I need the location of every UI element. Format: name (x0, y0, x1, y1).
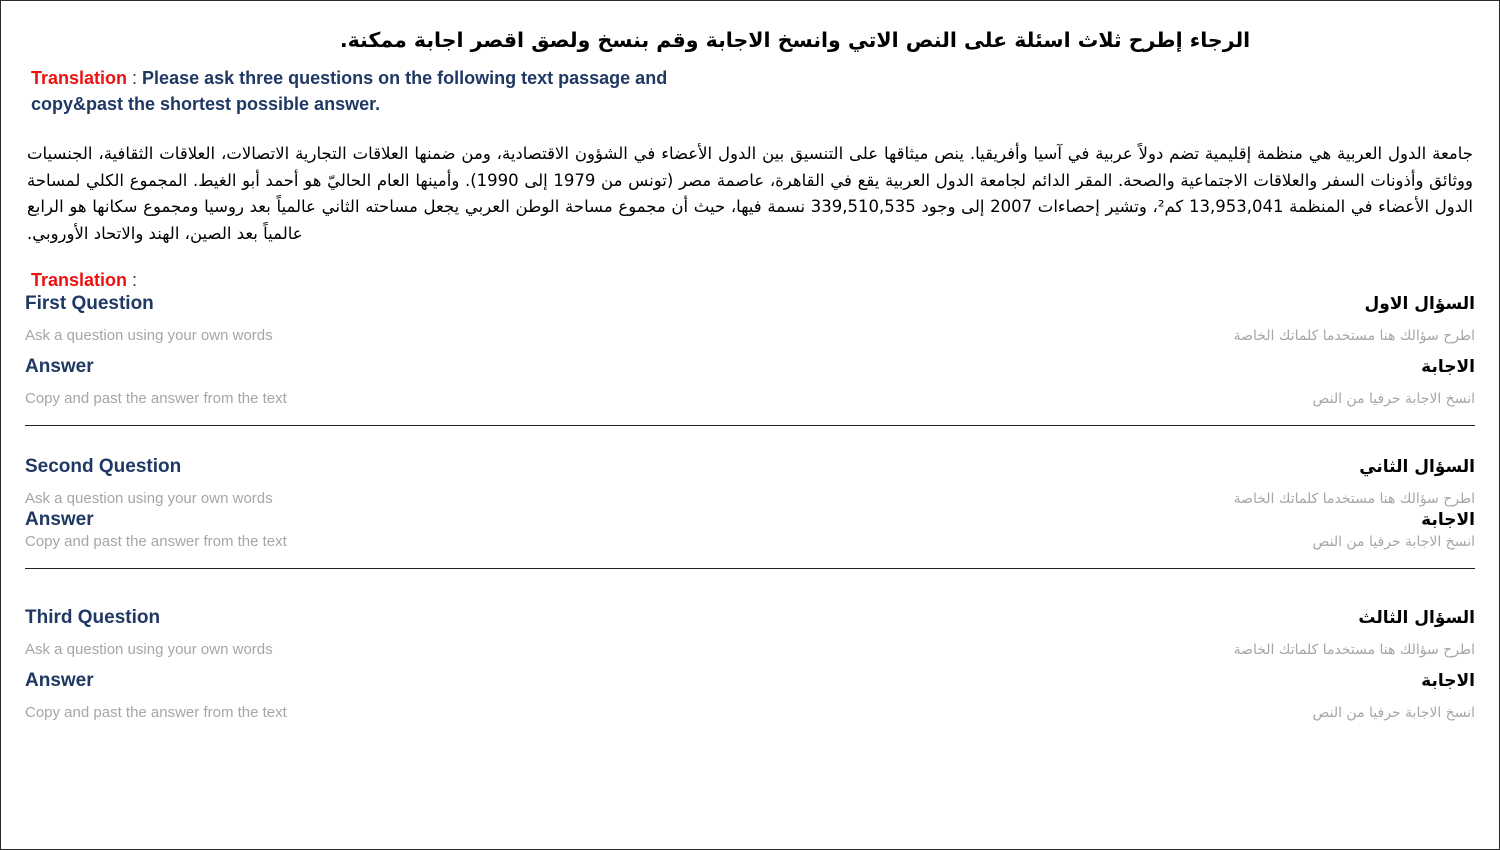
question-hint-en-3: Ask a question using your own words (25, 640, 273, 658)
answer-label-ar-1: الاجابة (1421, 356, 1475, 377)
answer-label-en-1: Answer (25, 355, 94, 377)
question-hint-en-1: Ask a question using your own words (25, 326, 273, 344)
answer-hint-en-1: Copy and past the answer from the text (25, 389, 287, 407)
answer-hint-ar-1: انسخ الاجابة حرفيا من النص (1312, 390, 1475, 407)
answer-heading-row-2: Answer الاجابة (25, 509, 1475, 531)
answer-label-ar-2: الاجابة (1421, 509, 1475, 530)
reading-passage-arabic: جامعة الدول العربية هي منظمة إقليمية تضم… (27, 143, 1473, 244)
translation-label: Translation (31, 67, 128, 88)
question-heading-row-1: First Question السؤال الاول (25, 293, 1475, 315)
question-hint-row-1[interactable]: Ask a question using your own words اطرح… (25, 327, 1475, 344)
question-heading-row-2: Second Question السؤال الثاني (25, 456, 1475, 478)
section-translation-colon: : (127, 269, 138, 290)
question-hint-ar-2: اطرح سؤالك هنا مستخدما كلماتك الخاصة (1233, 490, 1475, 507)
question-hint-ar-3: اطرح سؤالك هنا مستخدما كلماتك الخاصة (1233, 641, 1475, 658)
answer-label-en-3: Answer (25, 669, 94, 691)
question-hint-row-3[interactable]: Ask a question using your own words اطرح… (25, 641, 1475, 658)
instruction-translation-english: Translation : Please ask three questions… (31, 65, 1131, 117)
question-block-3: Third Question السؤال الثالث Ask a quest… (25, 567, 1475, 721)
question-hint-en-2: Ask a question using your own words (25, 489, 273, 507)
instruction-heading-arabic: الرجاء إطرح ثلاث اسئلة على النص الاتي وا… (339, 28, 1251, 52)
answer-hint-en-3: Copy and past the answer from the text (25, 703, 287, 721)
question-label-en-1: First Question (25, 292, 154, 314)
answer-heading-row-3: Answer الاجابة (25, 670, 1475, 692)
question-label-ar-3: السؤال الثالث (1358, 607, 1475, 628)
question-label-ar-2: السؤال الثاني (1359, 456, 1475, 477)
worksheet-body: الرجاء إطرح ثلاث اسئلة على النص الاتي وا… (1, 1, 1499, 849)
question-heading-row-3: Third Question السؤال الثالث (25, 607, 1475, 629)
instruction-english-text-1: Please ask three questions on the follow… (142, 67, 668, 88)
answer-heading-row-1: Answer الاجابة (25, 356, 1475, 378)
translation-colon: : (127, 67, 143, 88)
answer-hint-ar-2: انسخ الاجابة حرفيا من النص (1312, 533, 1475, 550)
question-block-2: Second Question السؤال الثاني Ask a ques… (25, 424, 1475, 550)
worksheet-page: الرجاء إطرح ثلاث اسئلة على النص الاتي وا… (0, 0, 1500, 850)
question-hint-ar-1: اطرح سؤالك هنا مستخدما كلماتك الخاصة (1233, 327, 1475, 344)
section-translation-label: Translation (31, 269, 128, 290)
instruction-translation-line-2: copy&past the shortest possible answer. (31, 93, 381, 114)
question-label-en-2: Second Question (25, 455, 182, 477)
answer-hint-ar-3: انسخ الاجابة حرفيا من النص (1312, 704, 1475, 721)
question-block-1: First Question السؤال الاول Ask a questi… (25, 293, 1475, 407)
question-label-ar-1: السؤال الاول (1364, 293, 1475, 314)
instruction-translation-line-1: Translation : Please ask three questions… (31, 65, 1131, 91)
answer-hint-row-3[interactable]: Copy and past the answer from the text ا… (25, 704, 1475, 721)
section-translation-label-row: Translation : (31, 270, 1475, 291)
answer-hint-row-1[interactable]: Copy and past the answer from the text ا… (25, 390, 1475, 407)
question-hint-row-2[interactable]: Ask a question using your own words اطرح… (25, 490, 1475, 507)
answer-hint-row-2[interactable]: Copy and past the answer from the text ا… (25, 533, 1475, 550)
question-label-en-3: Third Question (25, 606, 161, 628)
answer-label-ar-3: الاجابة (1421, 670, 1475, 691)
answer-label-en-2: Answer (25, 508, 94, 530)
answer-hint-en-2: Copy and past the answer from the text (25, 532, 287, 550)
